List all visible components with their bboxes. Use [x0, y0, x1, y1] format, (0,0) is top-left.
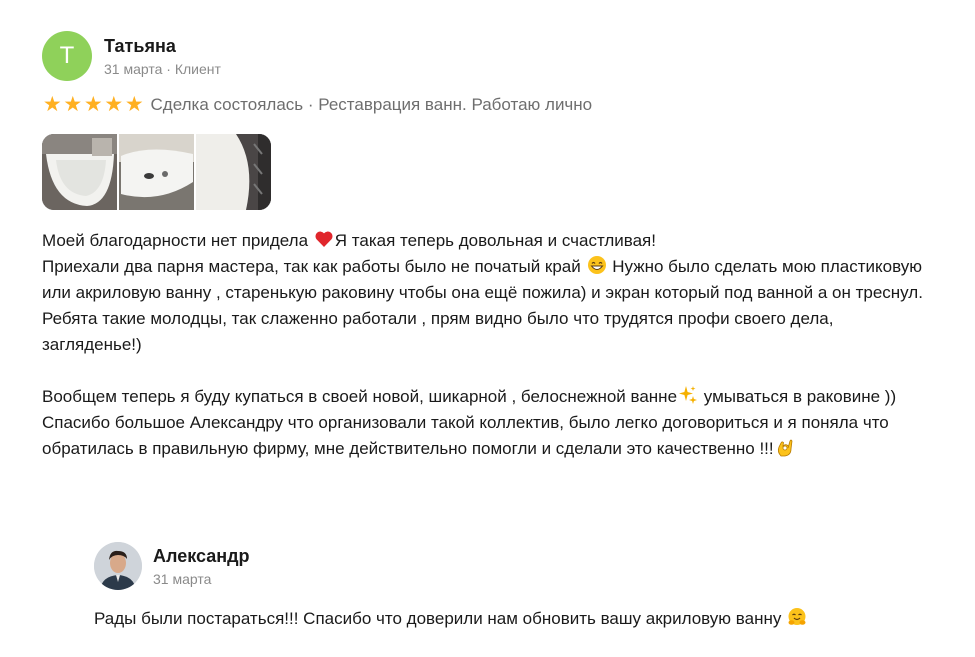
review-text: Моей благодарности нет придела Я такая т…	[42, 228, 932, 462]
review-text-segment: Вообщем теперь я буду купаться в своей н…	[42, 387, 678, 406]
author-name[interactable]: Татьяна	[104, 35, 221, 57]
photo-gallery	[42, 134, 942, 210]
star-icon: ★	[104, 93, 124, 116]
review-text-segment: Приехали два парня мастера, так как рабо…	[42, 257, 586, 276]
author-info: Татьяна 31 марта · Клиент	[104, 35, 221, 78]
review-photo-bathtub[interactable]	[42, 134, 117, 210]
review-photo-bathtub-side[interactable]	[196, 134, 271, 210]
reply-author-name[interactable]: Александр	[153, 545, 250, 567]
review-text-segment: Моей благодарности нет придела	[42, 231, 313, 250]
sparkles-icon	[679, 386, 698, 404]
owner-reply: Александр 31 марта Рады были постараться…	[94, 541, 924, 632]
reply-text: Рады были постараться!!! Спасибо что дов…	[94, 606, 924, 632]
star-icon: ★	[124, 93, 144, 116]
ok-hand-icon	[777, 439, 793, 457]
review-paragraph: Приехали два парня мастера, так как рабо…	[42, 254, 932, 306]
deal-status: Сделка состоялась · Реставрация ванн. Ра…	[150, 95, 593, 114]
review-header: Т Татьяна 31 марта · Клиент	[42, 30, 942, 82]
review-text-segment: Я такая теперь довольная и счастливая!	[334, 231, 656, 250]
reply-text-segment: Рады были постараться!!! Спасибо что дов…	[94, 609, 787, 628]
reply-header: Александр 31 марта	[94, 541, 924, 591]
reply-avatar[interactable]	[94, 542, 142, 590]
review-meta: 31 марта · Клиент	[104, 60, 221, 77]
star-icon: ★	[83, 93, 103, 116]
review-paragraph: Вообщем теперь я буду купаться в своей н…	[42, 384, 932, 462]
hugging-face-icon	[788, 608, 806, 625]
star-icon: ★	[63, 93, 83, 116]
reply-date: 31 марта	[153, 570, 212, 587]
review-paragraph: Ребята такие молодцы, так слаженно работ…	[42, 309, 834, 354]
grinning-face-icon	[587, 256, 606, 274]
review-paragraph: Моей благодарности нет придела Я такая т…	[42, 228, 932, 254]
star-icon: ★	[42, 93, 62, 116]
star-rating: ★ ★ ★ ★ ★	[42, 94, 145, 116]
review-card: Т Татьяна 31 марта · Клиент ★ ★ ★ ★ ★ Сд…	[42, 30, 942, 462]
review-photo-sink[interactable]	[119, 134, 194, 210]
heart-icon	[315, 231, 333, 247]
reply-author-info: Александр 31 марта	[153, 545, 250, 588]
author-avatar[interactable]: Т	[42, 31, 92, 81]
rating-row: ★ ★ ★ ★ ★ Сделка состоялась · Реставраци…	[42, 94, 942, 116]
